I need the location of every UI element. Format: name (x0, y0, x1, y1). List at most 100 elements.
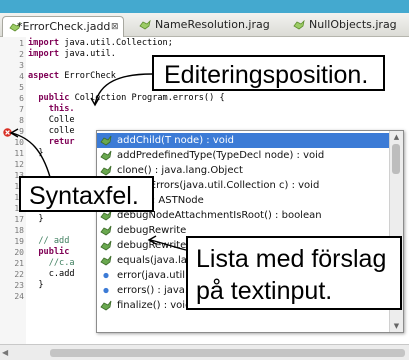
method-icon (100, 255, 112, 266)
code-line[interactable]: 8 Colle (0, 115, 409, 126)
code-text: colle (28, 126, 75, 137)
callout-suggestion-line2: på textinput. (196, 277, 333, 305)
jrag-file-icon (139, 20, 151, 30)
code-token: public (38, 93, 70, 103)
proposal-item[interactable]: addPredefinedType(TypeDecl node) : void (97, 148, 389, 163)
tab-errorcheck[interactable]: *ErrorCheck.jadd ⊠ (2, 16, 124, 37)
line-number: 5 (19, 83, 24, 92)
code-token: //c.a (48, 258, 75, 268)
proposal-label: equals(java.la (117, 255, 187, 266)
line-number: 20 (14, 248, 24, 257)
proposal-label: finalize() : void (117, 300, 192, 311)
code-text: public Collection Program.errors() { (28, 93, 225, 104)
scroll-left-icon[interactable]: ◀ (2, 345, 8, 360)
code-token: ErrorCheck (59, 71, 116, 81)
code-token: aspect (28, 71, 60, 81)
scroll-up-icon[interactable]: ▲ (390, 131, 403, 143)
line-number: 19 (14, 237, 24, 246)
method-icon (100, 150, 112, 161)
code-token: retur (48, 137, 75, 147)
popup-scrollbar-thumb[interactable] (392, 144, 400, 174)
code-line[interactable]: 7 this. (0, 104, 409, 115)
jrag-file-icon (293, 20, 305, 30)
slide-title-strip (0, 0, 409, 13)
code-text: public (28, 247, 69, 258)
code-text: aspect ErrorCheck (28, 71, 116, 82)
proposal-item[interactable]: addChild(T node) : void (97, 133, 389, 148)
code-text: retur (28, 137, 75, 148)
method-icon (100, 135, 112, 146)
code-text: this. (28, 104, 75, 115)
line-number: 18 (14, 226, 24, 235)
horizontal-scrollbar-thumb[interactable] (50, 349, 405, 357)
code-token: public (38, 247, 70, 257)
syntax-error-marker-icon[interactable] (3, 128, 12, 137)
code-token: } (28, 148, 44, 158)
proposal-label: debugRewrite (117, 225, 187, 236)
tab-close-icon[interactable]: ⊠ (111, 17, 119, 37)
proposal-label: addChild(T node) : void (117, 135, 234, 146)
method-icon (100, 300, 112, 311)
code-token: java.util. (59, 49, 116, 59)
code-token: Collection Program.errors() { (69, 93, 225, 103)
code-token: c.add (28, 269, 75, 279)
code-text: import java.util. (28, 49, 116, 60)
method-icon (100, 240, 112, 251)
line-number: 17 (14, 215, 24, 224)
line-number: 12 (14, 160, 24, 169)
code-text: c.add (28, 269, 75, 280)
line-number: 7 (19, 105, 24, 114)
line-number: 11 (14, 149, 24, 158)
method-icon (100, 165, 112, 176)
code-text: } (28, 214, 44, 225)
line-number: 8 (19, 116, 24, 125)
code-token: colle (28, 126, 75, 136)
code-token: Colle (28, 115, 75, 125)
code-text: } (28, 148, 44, 159)
eclipse-editor-window: *ErrorCheck.jadd ⊠ NameResolution.jrag N… (0, 0, 409, 360)
code-text: } (28, 280, 44, 291)
callout-suggestion-list: Lista med förslag på textinput. (186, 236, 402, 310)
scroll-down-icon[interactable]: ▼ (390, 320, 403, 332)
tab-nameresolution[interactable]: NameResolution.jrag (133, 15, 273, 35)
method-icon (100, 225, 112, 236)
tab-nullobjects[interactable]: NullObjects.jrag (287, 15, 407, 35)
tab-label: NullObjects.jrag (309, 18, 397, 31)
code-text: import java.util.Collection; (28, 38, 173, 49)
line-number: 24 (14, 292, 24, 301)
code-text: //c.a (28, 258, 75, 269)
line-number: 2 (19, 50, 24, 59)
code-token: java.util.Collection; (59, 38, 173, 48)
code-line[interactable]: 6 public Collection Program.errors() { (0, 93, 409, 104)
tab-label: *ErrorCheck.jadd (17, 20, 111, 33)
editor-horizontal-scrollbar[interactable]: ◀ (0, 344, 409, 360)
callout-syntax-error: Syntaxfel. (19, 176, 154, 212)
code-token: // add (38, 236, 70, 246)
line-number: 10 (14, 138, 24, 147)
dot-icon (103, 287, 109, 294)
code-token: } (28, 280, 44, 290)
proposal-label: addPredefinedType(TypeDecl node) : void (117, 150, 325, 161)
code-token: import (28, 38, 60, 48)
code-token: import (28, 49, 60, 59)
line-number: 1 (19, 39, 24, 48)
line-number: 23 (14, 281, 24, 290)
code-token: } (28, 214, 44, 224)
line-number: 22 (14, 270, 24, 279)
callout-edit-position: Editeringsposition. (152, 55, 385, 91)
code-text: // add (28, 236, 69, 247)
dot-icon (103, 272, 109, 279)
editor-tab-bar: *ErrorCheck.jadd ⊠ NameResolution.jrag N… (0, 13, 409, 37)
line-number: 21 (14, 259, 24, 268)
line-number: 3 (19, 61, 24, 70)
code-text: Colle (28, 115, 75, 126)
tab-label: NameResolution.jrag (155, 18, 270, 31)
code-line[interactable]: 1 import java.util.Collection; (0, 38, 409, 49)
line-number: 4 (19, 72, 24, 81)
